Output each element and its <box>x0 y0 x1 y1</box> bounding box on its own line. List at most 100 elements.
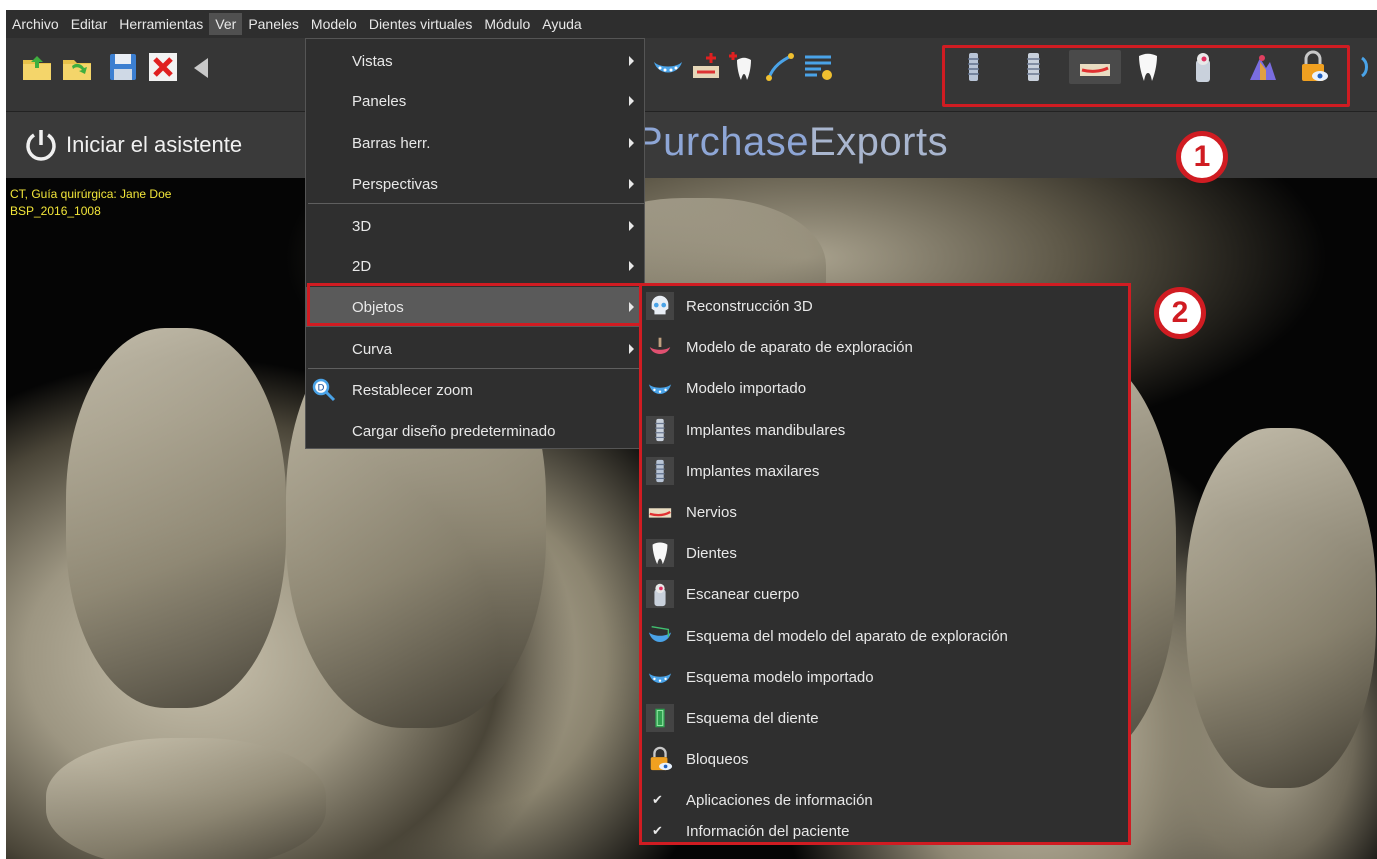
menu-archivo[interactable]: Archivo <box>6 13 65 35</box>
assistant-bar: Iniciar el asistente PurchaseExports <box>6 112 1377 178</box>
callout-badge-1: 1 <box>1176 131 1228 183</box>
skull-icon <box>646 292 674 320</box>
menu-item-paneles[interactable]: Paneles <box>306 81 644 121</box>
submenu-item-esquema-modelo-importado[interactable]: Esquema modelo importado <box>642 657 1128 697</box>
menu-item-label: Curva <box>352 340 393 358</box>
curve-tool-icon[interactable] <box>763 50 797 84</box>
svg-text:D: D <box>318 384 325 394</box>
undo-icon[interactable] <box>186 50 220 84</box>
brand-logo-part2: Exports <box>808 120 949 164</box>
imported-model-outline-icon <box>646 663 674 691</box>
submenu-item-label: Modelo de aparato de exploración <box>686 338 913 356</box>
submenu-item-dientes[interactable]: Dientes <box>642 533 1128 573</box>
menu-modulo[interactable]: Módulo <box>478 13 536 35</box>
submenu-item-bloqueos[interactable]: Bloqueos <box>642 739 1128 779</box>
tooth-outline-icon <box>646 704 674 732</box>
submenu-item-modelo-aparato[interactable]: Modelo de aparato de exploración <box>642 327 1128 367</box>
submenu-item-label: Dientes <box>686 544 737 562</box>
menu-editar[interactable]: Editar <box>65 13 114 35</box>
brand-logo: PurchaseExports <box>636 120 948 165</box>
submenu-item-label: Nervios <box>686 503 737 521</box>
submenu-item-label: Bloqueos <box>686 750 749 768</box>
open-recent-icon[interactable] <box>60 50 94 84</box>
menu-ayuda[interactable]: Ayuda <box>536 13 587 35</box>
jaw-model-icon[interactable] <box>651 50 685 84</box>
zoom-reset-icon: D <box>312 378 336 402</box>
submenu-item-label: Esquema del modelo del aparato de explor… <box>686 627 1008 645</box>
menu-item-barras-herr[interactable]: Barras herr. <box>306 123 644 163</box>
menu-item-vistas[interactable]: Vistas <box>306 41 644 81</box>
submenu-arrow-icon <box>629 56 634 66</box>
menu-item-3d[interactable]: 3D <box>306 206 644 246</box>
scan-appliance-outline-icon <box>646 622 674 650</box>
check-icon: ✔ <box>652 823 663 838</box>
menu-item-perspectivas[interactable]: Perspectivas <box>306 164 644 204</box>
submenu-item-label: Escanear cuerpo <box>686 585 800 603</box>
submenu-arrow-icon <box>629 221 634 231</box>
menu-item-label: Vistas <box>352 52 393 70</box>
submenu-item-label: Esquema modelo importado <box>686 668 874 686</box>
submenu-item-label: Información del paciente <box>686 822 850 840</box>
close-red-icon[interactable] <box>146 50 180 84</box>
submenu-item-label: Aplicaciones de información <box>686 791 873 809</box>
menu-dientes-virtuales[interactable]: Dientes virtuales <box>363 13 479 35</box>
objetos-submenu: Reconstrucción 3D Modelo de aparato de e… <box>639 283 1131 845</box>
menu-item-label: 3D <box>352 217 372 235</box>
menubar: Archivo Editar Herramientas Ver Paneles … <box>6 10 1377 38</box>
menu-item-2d[interactable]: 2D <box>306 246 644 286</box>
menu-separator <box>308 368 644 369</box>
scan-appliance-icon <box>646 333 674 361</box>
submenu-arrow-icon <box>629 261 634 271</box>
maxillary-implant-icon <box>646 457 674 485</box>
submenu-item-informacion-paciente[interactable]: ✔ Información del paciente <box>642 811 1128 851</box>
submenu-item-implantes-maxilares[interactable]: Implantes maxilares <box>642 451 1128 491</box>
submenu-item-escanear-cuerpo[interactable]: Escanear cuerpo <box>642 574 1128 614</box>
patient-info-overlay: CT, Guía quirúrgica: Jane Doe BSP_2016_1… <box>10 186 171 220</box>
submenu-item-label: Implantes maxilares <box>686 462 820 480</box>
patient-info-line1: CT, Guía quirúrgica: Jane Doe <box>10 187 172 201</box>
submenu-item-esquema-diente[interactable]: Esquema del diente <box>642 698 1128 738</box>
menu-item-label: Restablecer zoom <box>352 381 473 399</box>
nerve-icon <box>646 498 674 526</box>
submenu-item-label: Reconstrucción 3D <box>686 297 813 315</box>
start-assistant-button[interactable]: Iniciar el asistente <box>22 126 242 164</box>
menu-paneles[interactable]: Paneles <box>242 13 305 35</box>
menu-modelo[interactable]: Modelo <box>305 13 363 35</box>
submenu-item-implantes-mandibulares[interactable]: Implantes mandibulares <box>642 410 1128 450</box>
menu-item-restablecer-zoom[interactable]: D Restablecer zoom <box>306 370 644 410</box>
menu-item-label: Cargar diseño predeterminado <box>352 422 556 440</box>
lock-icon <box>646 745 674 773</box>
tooth-icon <box>646 539 674 567</box>
add-appliance-icon[interactable] <box>689 50 723 84</box>
menu-herramientas[interactable]: Herramientas <box>113 13 209 35</box>
mandibular-implant-icon <box>646 416 674 444</box>
open-folder-icon[interactable] <box>20 50 54 84</box>
submenu-item-nervios[interactable]: Nervios <box>642 492 1128 532</box>
menu-item-label: Barras herr. <box>352 134 431 152</box>
patient-info-line2: BSP_2016_1008 <box>10 204 101 218</box>
submenu-arrow-icon <box>629 344 634 354</box>
submenu-item-esquema-aparato[interactable]: Esquema del modelo del aparato de explor… <box>642 616 1128 656</box>
submenu-item-label: Esquema del diente <box>686 709 819 727</box>
top-margin <box>0 0 1377 10</box>
submenu-arrow-icon <box>629 96 634 106</box>
imported-model-icon <box>646 374 674 402</box>
menu-separator <box>308 203 644 204</box>
submenu-arrow-icon <box>629 138 634 148</box>
scanbody-icon <box>646 580 674 608</box>
submenu-item-modelo-importado[interactable]: Modelo importado <box>642 368 1128 408</box>
brand-logo-part1: Purchase <box>636 120 809 164</box>
submenu-item-reconstruccion-3d[interactable]: Reconstrucción 3D <box>642 286 1128 326</box>
menu-item-cargar-diseno[interactable]: Cargar diseño predeterminado <box>306 411 644 451</box>
menu-item-label: 2D <box>352 257 372 275</box>
settings-list-icon[interactable] <box>801 50 835 84</box>
menu-ver[interactable]: Ver <box>209 13 243 35</box>
partial-toolbar-icon[interactable] <box>1356 50 1376 84</box>
callout-badge-2: 2 <box>1154 287 1206 339</box>
add-tooth-icon[interactable] <box>727 50 761 84</box>
submenu-item-label: Implantes mandibulares <box>686 421 846 439</box>
menu-item-label: Perspectivas <box>352 175 438 193</box>
ver-dropdown-menu: Vistas Paneles Barras herr. Perspectivas… <box>305 38 645 449</box>
save-icon[interactable] <box>106 50 140 84</box>
menu-item-curva[interactable]: Curva <box>306 329 644 369</box>
